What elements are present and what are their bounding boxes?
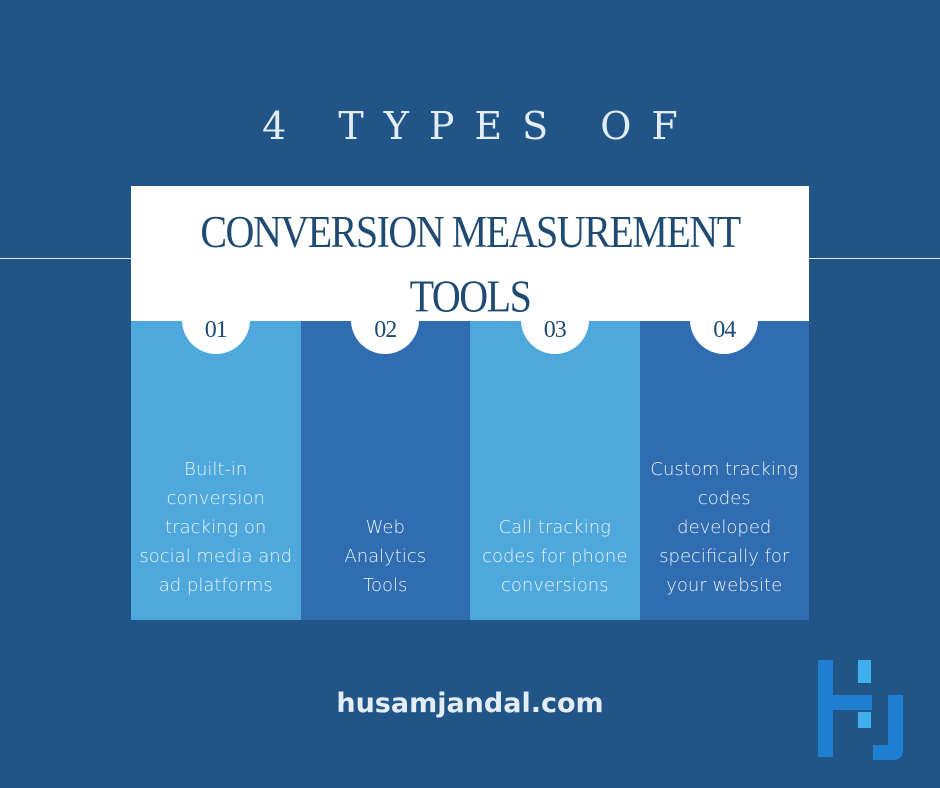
title-card: CONVERSION MEASUREMENT TOOLS 01 Built-in… [131,186,809,620]
logo-i-top-accent [858,660,871,683]
tool-column-1: 01 Built-in conversion tracking on socia… [131,321,301,620]
number-badge: 03 [520,321,589,354]
tool-column-2: 02 Web Analytics Tools [300,321,470,620]
number-badge: 04 [690,321,759,354]
tool-column-4: 04 Custom tracking codes developed speci… [639,321,809,620]
main-title: CONVERSION MEASUREMENT TOOLS [131,200,809,329]
number-label: 02 [374,321,397,343]
number-badge: 02 [351,321,420,354]
website-url: husamjandal.com [336,688,604,719]
main-title-line-2: TOOLS [409,270,532,322]
logo-h-crossbar [818,695,872,710]
tool-description: Web Analytics Tools [344,517,427,596]
tool-column-3: 03 Call tracking codes for phone convers… [470,321,640,620]
tool-description: Built-in conversion tracking on social m… [139,459,293,596]
logo-j-hook [873,695,903,760]
number-label: 01 [204,321,228,343]
tool-description: Custom tracking codes developed specific… [650,459,799,596]
number-label: 03 [543,321,567,343]
number-label: 04 [713,321,736,343]
kicker-heading: 4 TYPES OF [262,104,698,148]
number-badge: 01 [181,321,250,354]
main-title-line-1: CONVERSION MEASUREMENT [200,205,741,258]
logo-i-bottom-accent [858,712,871,728]
hj-logo-icon [818,660,903,760]
tool-columns: 01 Built-in conversion tracking on socia… [131,321,809,620]
tool-description: Call tracking codes for phone conversion… [482,517,628,596]
